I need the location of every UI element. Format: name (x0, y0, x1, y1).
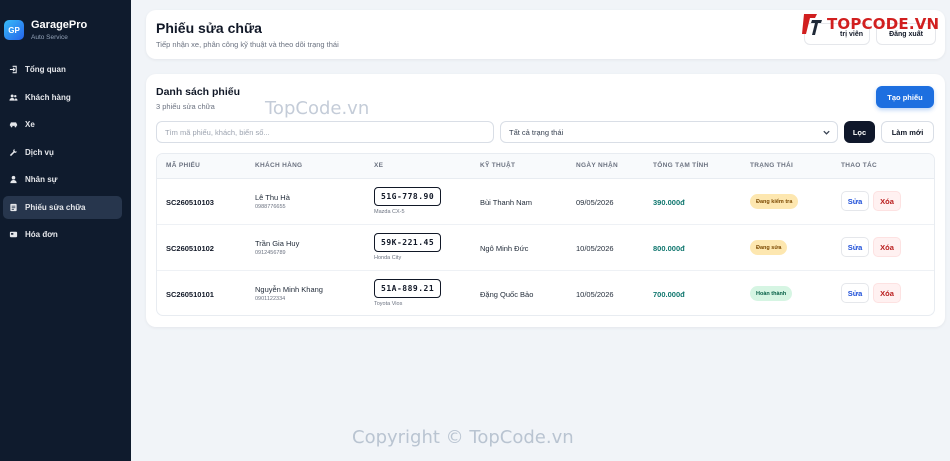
car-model: Toyota Vios (374, 301, 403, 307)
tickets-table: MÃ PHIẾU KHÁCH HÀNG XE KỸ THUẬT NGÀY NHẬ… (156, 153, 935, 316)
car-icon (8, 119, 19, 130)
delete-button[interactable]: Xóa (873, 283, 901, 303)
sidebar-item-label: Hóa đơn (25, 230, 58, 239)
estimated-total: 390.000đ (653, 198, 685, 207)
license-plate: 51A-889.21 (374, 279, 442, 298)
edit-button[interactable]: Sửa (841, 191, 869, 211)
users-icon (8, 92, 19, 103)
sidebar-item-invoices[interactable]: Hóa đơn (3, 223, 122, 246)
license-plate: 59K-221.45 (374, 233, 442, 252)
received-date: 10/05/2026 (576, 290, 614, 299)
admin-button[interactable]: trị viên (804, 23, 870, 45)
chevron-down-icon (823, 130, 830, 135)
list-count: 3 phiếu sửa chữa (156, 102, 215, 111)
ticket-code: SC260510103 (166, 198, 214, 207)
sidebar-item-label: Tổng quan (25, 65, 66, 74)
table-row[interactable]: SC260510102 Trần Gia Huy 0912456789 59K-… (157, 225, 934, 271)
sidebar-item-label: Xe (25, 120, 35, 129)
sidebar: GP GaragePro Auto Service Tổng quan Khác… (0, 0, 131, 461)
user-icon (8, 174, 19, 185)
column-header: XE (374, 162, 384, 169)
reset-button[interactable]: Làm mới (881, 121, 934, 143)
sidebar-item-label: Khách hàng (25, 92, 71, 102)
sidebar-item-overview[interactable]: Tổng quan (3, 58, 122, 81)
column-header: KỸ THUẬT (480, 162, 516, 169)
status-select-value: Tất cả trạng thái (509, 127, 564, 137)
car-model: Honda City (374, 255, 402, 261)
list-title: Danh sách phiếu (156, 86, 241, 98)
sidebar-item-label: Dịch vụ (25, 147, 54, 157)
status-badge: Đang kiểm tra (750, 194, 799, 209)
table-header: MÃ PHIẾU KHÁCH HÀNG XE KỸ THUẬT NGÀY NHẬ… (157, 154, 934, 179)
column-header: NGÀY NHẬN (576, 162, 618, 169)
license-plate: 51G-778.90 (374, 187, 442, 206)
customer-name: Nguyễn Minh Khang (255, 285, 323, 294)
customer-phone: 0912456789 (255, 250, 286, 256)
delete-button[interactable]: Xóa (873, 237, 901, 257)
page-title: Phiếu sửa chữa (156, 20, 262, 36)
search-input[interactable] (156, 121, 494, 143)
sidebar-nav: Tổng quan Khách hàng Xe Dịch vụ Nhân sự … (0, 58, 131, 246)
column-header: TRẠNG THÁI (750, 162, 794, 169)
brand-logo: GP (4, 20, 24, 40)
received-date: 09/05/2026 (576, 198, 614, 207)
filter-button[interactable]: Lọc (844, 121, 875, 143)
customer-phone: 0988776655 (255, 204, 286, 210)
column-header: KHÁCH HÀNG (255, 162, 303, 169)
column-header: TỔNG TẠM TÍNH (653, 162, 709, 169)
received-date: 10/05/2026 (576, 244, 614, 253)
column-header: THAO TÁC (841, 162, 877, 169)
logout-button[interactable]: Đăng xuất (876, 23, 936, 45)
brand: GP GaragePro Auto Service (0, 0, 131, 46)
sidebar-item-label: Nhân sự (25, 175, 58, 184)
column-header: MÃ PHIẾU (166, 162, 201, 169)
sidebar-item-services[interactable]: Dịch vụ (3, 141, 122, 164)
edit-button[interactable]: Sửa (841, 237, 869, 257)
technician: Đặng Quốc Bảo (480, 290, 534, 299)
estimated-total: 700.000đ (653, 290, 685, 299)
brand-subtitle: Auto Service (31, 33, 68, 41)
ticket-code: SC260510102 (166, 244, 214, 253)
technician: Ngô Minh Đức (480, 244, 529, 253)
status-select[interactable]: Tất cả trạng thái (500, 121, 838, 143)
delete-button[interactable]: Xóa (873, 191, 901, 211)
table-row[interactable]: SC260510101 Nguyễn Minh Khang 0901122334… (157, 271, 934, 315)
login-icon (8, 64, 19, 75)
ticket-icon (8, 202, 19, 213)
estimated-total: 800.000đ (653, 244, 685, 253)
admin-label: trị viên (840, 30, 863, 38)
watermark-copyright: Copyright © TopCode.vn (352, 427, 574, 448)
sidebar-item-label: Phiếu sửa chữa (25, 202, 86, 212)
wrench-icon (8, 147, 19, 158)
ticket-code: SC260510101 (166, 290, 214, 299)
status-badge: Hoàn thành (750, 286, 793, 301)
invoice-icon (8, 229, 19, 240)
page-subtitle: Tiếp nhận xe, phân công kỹ thuật và theo… (156, 40, 339, 49)
sidebar-item-customers[interactable]: Khách hàng (3, 86, 122, 109)
ticket-list-card: Danh sách phiếu 3 phiếu sửa chữa Tạo phi… (146, 74, 945, 327)
customer-phone: 0901122334 (255, 296, 286, 302)
create-ticket-button[interactable]: Tạo phiếu (876, 86, 934, 108)
table-row[interactable]: SC260510103 Lê Thu Hà 0988776655 51G-778… (157, 179, 934, 225)
status-badge: Đang sửa (750, 240, 788, 255)
sidebar-item-repair-tickets[interactable]: Phiếu sửa chữa (3, 195, 122, 219)
car-model: Mazda CX-5 (374, 209, 405, 215)
sidebar-item-staff[interactable]: Nhân sự (3, 168, 122, 191)
page-header: Phiếu sửa chữa Tiếp nhận xe, phân công k… (146, 10, 945, 59)
technician: Bùi Thanh Nam (480, 198, 532, 207)
customer-name: Lê Thu Hà (255, 193, 290, 202)
edit-button[interactable]: Sửa (841, 283, 869, 303)
customer-name: Trần Gia Huy (255, 239, 300, 248)
brand-name: GaragePro (31, 18, 88, 31)
sidebar-item-vehicles[interactable]: Xe (3, 113, 122, 136)
